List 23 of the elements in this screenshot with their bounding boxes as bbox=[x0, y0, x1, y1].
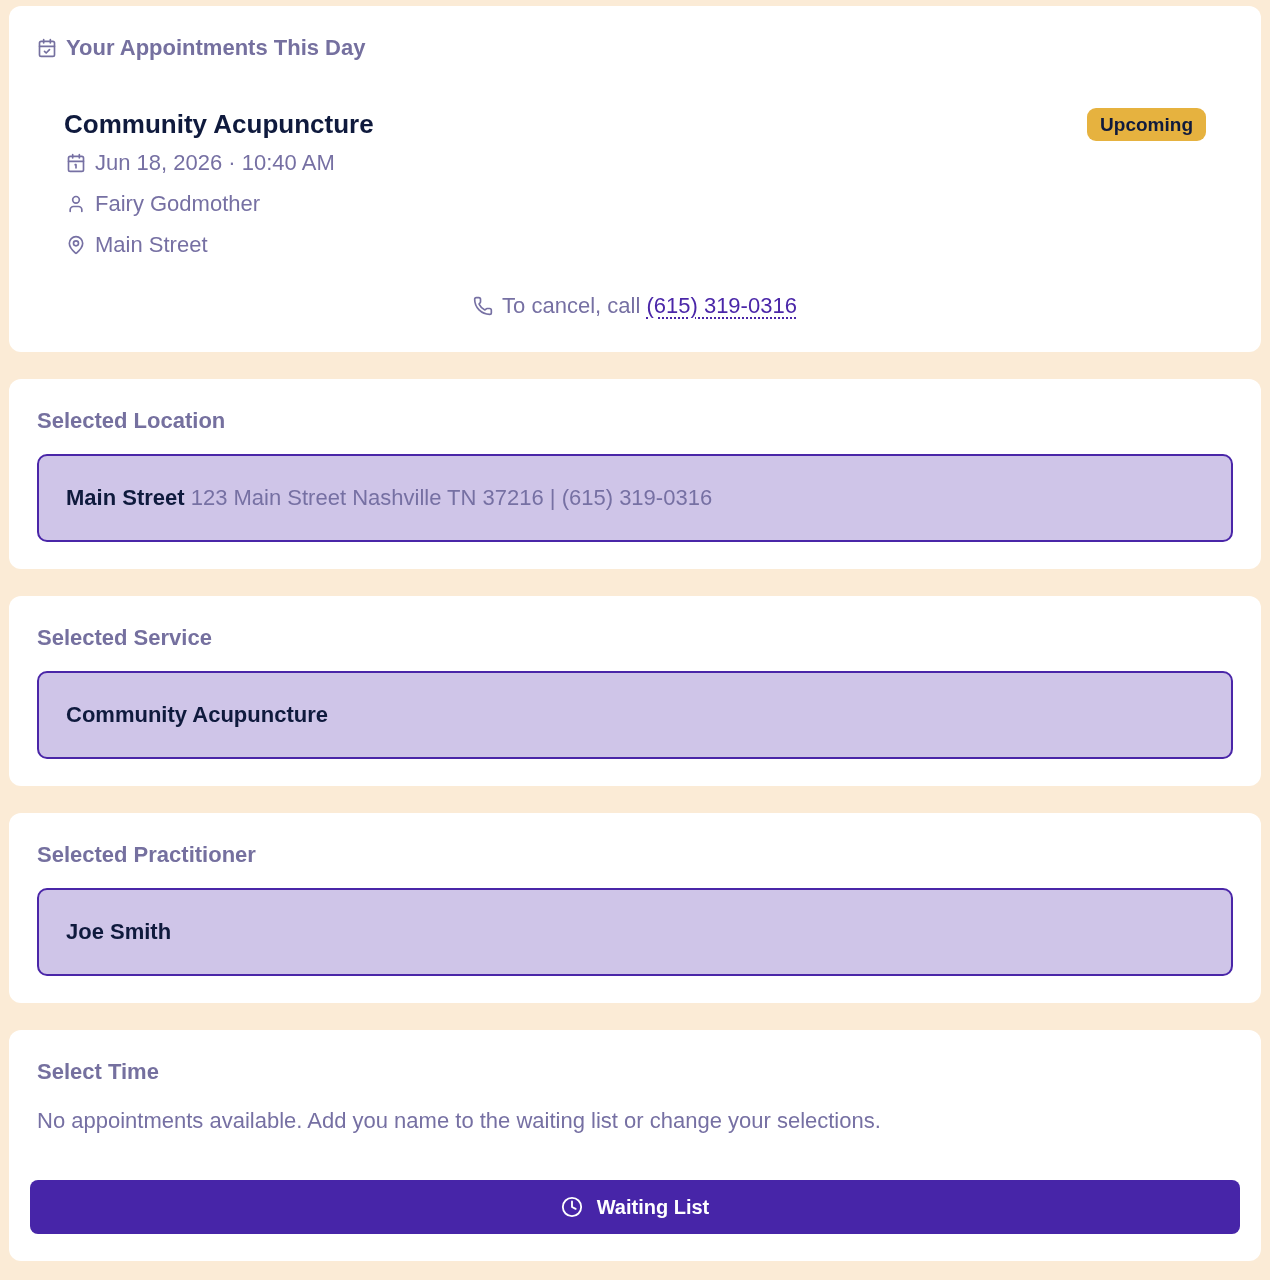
appointment-title: Community Acupuncture bbox=[64, 108, 374, 140]
practitioner-name: Fairy Godmother bbox=[95, 190, 261, 218]
section-title: Selected Practitioner bbox=[37, 841, 257, 869]
selected-option[interactable]: Joe Smith bbox=[37, 888, 1233, 976]
waiting-list-button[interactable]: Waiting List bbox=[30, 1180, 1240, 1234]
appointment-date: Jun 18, 2026 · 10:40 AM bbox=[95, 149, 335, 177]
cancel-note: To cancel, call (615) 319-0316 bbox=[502, 292, 797, 320]
selected-option[interactable]: Community Acupuncture bbox=[37, 671, 1233, 759]
map-pin-icon bbox=[66, 235, 86, 255]
phone-link[interactable]: (615) 319-0316 bbox=[646, 293, 797, 318]
selected-option[interactable]: Main Street 123 Main Street Nashville TN 37216 | (615) 319-0316 bbox=[37, 454, 1233, 542]
clock-icon bbox=[560, 1196, 583, 1218]
status-badge: Upcoming bbox=[1087, 108, 1206, 141]
section-title: Your Appointments This Day bbox=[66, 34, 366, 62]
section-title: Selected Location bbox=[37, 407, 227, 435]
calendar-check-icon bbox=[37, 38, 57, 58]
location-name: Main Street bbox=[95, 231, 208, 259]
section-title: Selected Service bbox=[37, 624, 213, 652]
no-appointments-message: No appointments available. Add you name to the waiting list or change your selections. bbox=[37, 1107, 882, 1135]
person-icon bbox=[66, 194, 86, 214]
section-title: Select Time bbox=[37, 1058, 160, 1086]
calendar-icon bbox=[66, 153, 86, 173]
phone-icon bbox=[473, 296, 494, 316]
